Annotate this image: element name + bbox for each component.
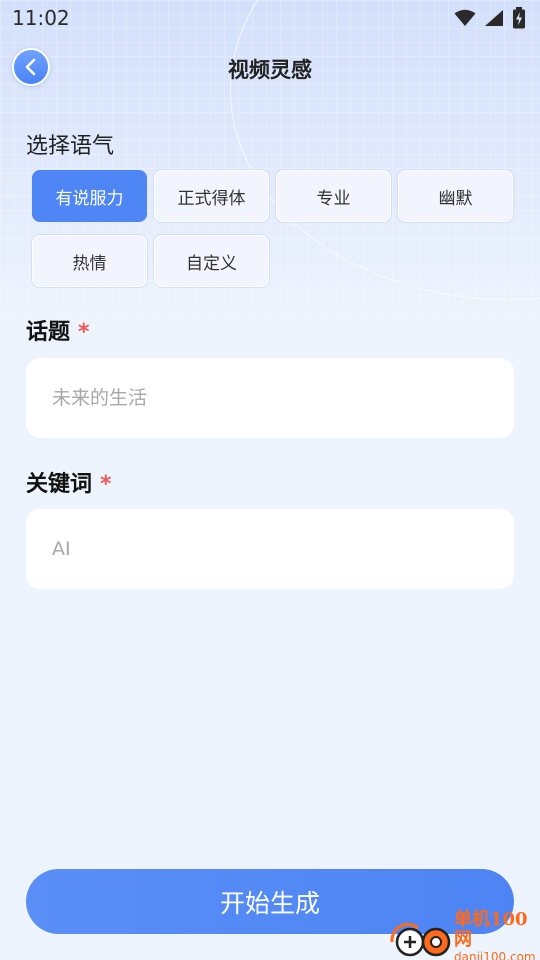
required-mark: * bbox=[100, 472, 112, 497]
tone-option-enthusiastic[interactable]: 热情 bbox=[32, 235, 147, 287]
status-icons bbox=[454, 7, 526, 29]
status-time: 11:02 bbox=[12, 6, 70, 30]
watermark-url: danji100.com bbox=[454, 950, 536, 960]
battery-charging-icon bbox=[513, 7, 525, 29]
wifi-icon bbox=[454, 9, 476, 26]
keywords-field-card bbox=[26, 509, 514, 589]
keywords-label-text: 关键词 bbox=[26, 472, 93, 497]
tone-section-label: 选择语气 bbox=[26, 134, 115, 159]
topic-field-card bbox=[26, 358, 514, 438]
signal-icon bbox=[485, 10, 503, 26]
tone-option-custom[interactable]: 自定义 bbox=[154, 235, 269, 287]
required-mark: * bbox=[78, 320, 90, 345]
tone-options: 有说服力 正式得体 专业 幽默 热情 自定义 bbox=[32, 170, 516, 287]
tone-option-humorous[interactable]: 幽默 bbox=[398, 170, 513, 222]
tone-option-formal[interactable]: 正式得体 bbox=[154, 170, 269, 222]
tone-option-professional[interactable]: 专业 bbox=[276, 170, 391, 222]
navigation-bar: 视频灵感 bbox=[0, 44, 540, 92]
keywords-input[interactable] bbox=[52, 538, 514, 560]
page-title: 视频灵感 bbox=[228, 58, 312, 82]
watermark-name: 单机100网 bbox=[454, 909, 528, 950]
status-bar: 11:02 bbox=[0, 0, 540, 36]
topic-input[interactable] bbox=[52, 387, 514, 409]
site-watermark: 单机100网 danji100.com bbox=[388, 910, 540, 960]
topic-label: 话题 * bbox=[26, 314, 90, 346]
watermark-logo-icon bbox=[388, 914, 452, 960]
keywords-label: 关键词 * bbox=[26, 466, 112, 498]
tone-option-persuasive[interactable]: 有说服力 bbox=[32, 170, 147, 222]
watermark-text: 单机100网 danji100.com bbox=[454, 910, 540, 960]
topic-label-text: 话题 bbox=[26, 320, 71, 345]
